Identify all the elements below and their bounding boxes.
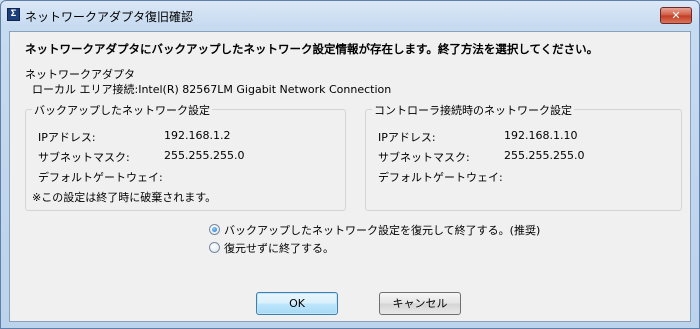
backup-gateway-label: デフォルトゲートウェイ: xyxy=(38,171,163,184)
backup-subnet-value: 255.255.255.0 xyxy=(164,149,245,162)
instruction-message: ネットワークアダプタにバックアップしたネットワーク設定情報が存在します。終了方法… xyxy=(25,42,599,56)
controller-subnet-value: 255.255.255.0 xyxy=(504,149,585,162)
cancel-button[interactable]: キャンセル xyxy=(379,292,461,315)
exit-without-restore-radio[interactable] xyxy=(209,242,220,253)
ok-button[interactable]: OK xyxy=(256,292,338,315)
controller-ip-label: IPアドレス: xyxy=(378,131,436,144)
backup-subnet-label: サブネットマスク: xyxy=(38,151,130,164)
restore-and-exit-label[interactable]: バックアップしたネットワーク設定を復元して終了する。(推奨) xyxy=(224,222,540,238)
controller-ip-value: 192.168.1.10 xyxy=(504,129,578,142)
close-button[interactable]: ✕ xyxy=(660,7,692,24)
backup-ip-value: 192.168.1.2 xyxy=(164,129,231,142)
exit-without-restore-label[interactable]: 復元せずに終了する。 xyxy=(224,240,334,256)
controller-group-title: コントローラ接続時のネットワーク設定 xyxy=(372,102,574,118)
backup-settings-group: バックアップしたネットワーク設定 IPアドレス: 192.168.1.2 サブネ… xyxy=(25,102,346,211)
backup-ip-label: IPアドレス: xyxy=(38,131,96,144)
dialog-body: ネットワークアダプタにバックアップしたネットワーク設定情報が存在します。終了方法… xyxy=(9,31,691,322)
controller-gateway-label: デフォルトゲートウェイ: xyxy=(378,171,503,184)
window-title: ネットワークアダプタ復旧確認 xyxy=(25,10,194,24)
backup-note: ※この設定は終了時に破棄されます。 xyxy=(32,191,217,204)
restore-and-exit-radio[interactable] xyxy=(209,224,220,235)
title-bar[interactable]: Σ ネットワークアダプタ復旧確認 ✕ xyxy=(1,1,699,29)
backup-group-title: バックアップしたネットワーク設定 xyxy=(32,102,212,118)
controller-settings-group: コントローラ接続時のネットワーク設定 IPアドレス: 192.168.1.10 … xyxy=(365,102,682,211)
app-icon: Σ xyxy=(7,8,20,21)
dialog-window: Σ ネットワークアダプタ復旧確認 ✕ ネットワークアダプタにバックアップしたネッ… xyxy=(0,0,700,329)
controller-subnet-label: サブネットマスク: xyxy=(378,151,470,164)
adapter-name: ローカル エリア接続:Intel(R) 82567LM Gigabit Netw… xyxy=(32,83,392,96)
adapter-label: ネットワークアダプタ xyxy=(25,68,135,81)
